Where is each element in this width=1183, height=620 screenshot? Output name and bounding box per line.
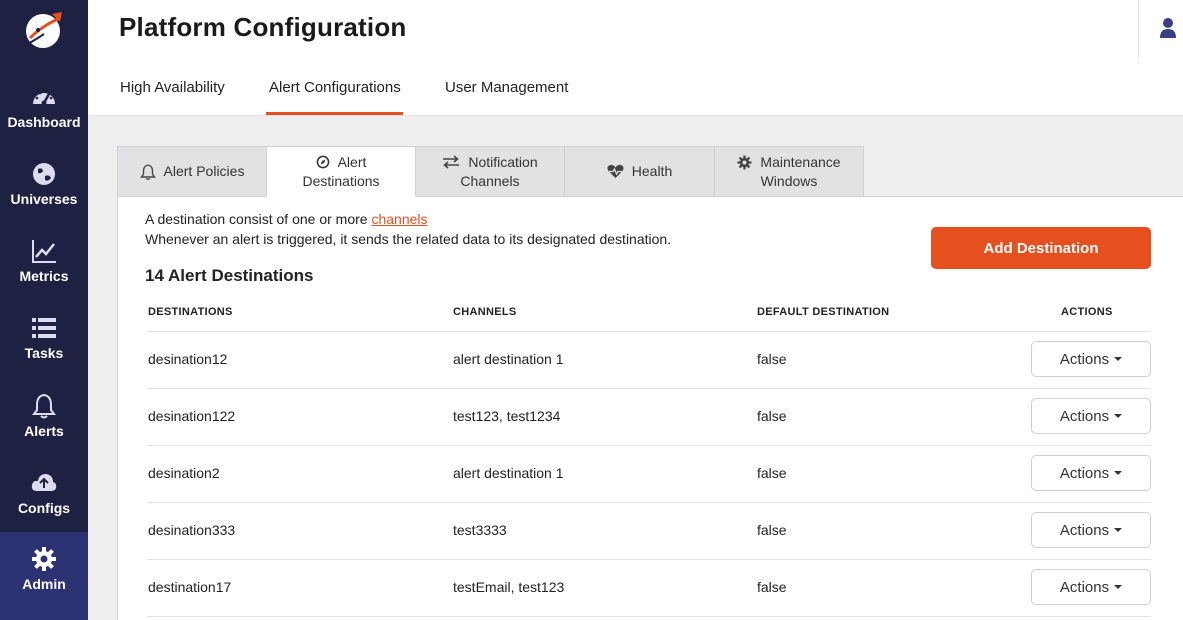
subtab-maintenance-windows[interactable]: Maintenance Windows: [714, 146, 864, 197]
default-destination-cell: false: [757, 465, 787, 481]
row-divider: [147, 616, 1151, 617]
subtab-label-line1: Maintenance: [760, 153, 841, 170]
tab-high-availability[interactable]: High Availability: [120, 79, 225, 112]
destination-name-cell: desination122: [148, 408, 236, 424]
column-header-channels[interactable]: CHANNELS: [453, 306, 517, 318]
add-destination-button[interactable]: Add Destination: [931, 227, 1151, 269]
page-title: Platform Configuration: [119, 12, 407, 42]
channels-cell: test123, test1234: [453, 408, 561, 424]
destination-name-cell: desination2: [148, 465, 220, 481]
subtab-label-line2: Destinations: [302, 172, 380, 189]
actions-dropdown-button[interactable]: Actions: [1031, 398, 1151, 434]
channels-cell: alert destination 1: [453, 465, 564, 481]
cog-icon: [737, 155, 752, 169]
sidebar-item-admin[interactable]: Admin: [0, 532, 88, 620]
column-header-default-destination[interactable]: DEFAULT DESTINATION: [757, 306, 889, 318]
actions-label: Actions: [1059, 407, 1110, 425]
default-destination-cell: false: [757, 351, 787, 367]
actions-dropdown-button[interactable]: Actions: [1031, 455, 1151, 491]
channels-cell: alert destination 1: [453, 351, 564, 367]
default-destination-cell: false: [757, 408, 787, 424]
sidebar-item-universes[interactable]: Universes: [0, 161, 88, 238]
caret-down-icon: [1114, 585, 1123, 589]
channels-cell: testEmail, test123: [453, 579, 565, 595]
subtab-label: Alert Policies: [163, 163, 245, 179]
user-icon[interactable]: [1159, 17, 1177, 39]
tab-user-management[interactable]: User Management: [445, 79, 568, 112]
sidebar-item-alerts[interactable]: Alerts: [0, 393, 88, 470]
subtab-health[interactable]: Health: [564, 146, 715, 197]
sidebar-item-label: Alerts: [24, 423, 64, 439]
compass-icon: [316, 155, 329, 169]
sidebar-item-tasks[interactable]: Tasks: [0, 315, 88, 392]
destinations-count-title: 14 Alert Destinations: [145, 266, 314, 285]
destination-name-cell: destination17: [148, 579, 232, 595]
sidebar-item-label: Tasks: [24, 345, 64, 361]
bell-outline-icon: [139, 163, 156, 180]
caret-down-icon: [1114, 357, 1123, 361]
sidebar-item-label: Admin: [22, 576, 66, 592]
header-divider-line: [147, 331, 1151, 332]
actions-dropdown-button[interactable]: Actions: [1031, 341, 1151, 377]
row-divider: [147, 445, 1151, 446]
header-divider: [1138, 0, 1139, 58]
column-header-actions: ACTIONS: [1061, 306, 1113, 318]
sidebar-item-label: Universes: [10, 191, 78, 207]
row-divider: [147, 388, 1151, 389]
bell-icon: [32, 393, 56, 419]
sidebar-item-dashboard[interactable]: Dashboard: [0, 84, 88, 161]
subtab-label-line2: Channels: [460, 172, 520, 189]
row-divider: [147, 559, 1151, 560]
sidebar: Dashboard Universes Metrics Tasks Alerts: [0, 0, 88, 620]
subtab-label: Health: [631, 163, 673, 179]
actions-label: Actions: [1059, 521, 1110, 539]
list-icon: [32, 318, 56, 338]
channels-cell: test3333: [453, 522, 507, 538]
channels-link[interactable]: channels: [371, 211, 427, 227]
sidebar-item-label: Dashboard: [7, 114, 81, 130]
actions-label: Actions: [1059, 464, 1110, 482]
actions-dropdown-button[interactable]: Actions: [1031, 569, 1151, 605]
caret-down-icon: [1114, 414, 1123, 418]
sidebar-item-metrics[interactable]: Metrics: [0, 238, 88, 315]
default-destination-cell: false: [757, 579, 787, 595]
actions-dropdown-button[interactable]: Actions: [1031, 512, 1151, 548]
default-destination-cell: false: [757, 522, 787, 538]
gear-icon: [32, 547, 56, 571]
description-text-line2: Whenever an alert is triggered, it sends…: [145, 231, 672, 247]
row-divider: [147, 502, 1151, 503]
subtab-label-line2: Windows: [760, 172, 818, 189]
heartbeat-icon: [607, 164, 624, 178]
rocket-planet-logo-icon[interactable]: [22, 8, 66, 52]
subtab-label-line1: Alert: [337, 153, 367, 170]
dashboard-gauge-icon: [33, 89, 55, 106]
sidebar-item-label: Metrics: [19, 268, 69, 284]
exchange-arrows-icon: [443, 155, 460, 169]
destination-name-cell: desination333: [148, 522, 236, 538]
actions-label: Actions: [1059, 578, 1110, 596]
caret-down-icon: [1114, 528, 1123, 532]
subtab-notification-channels[interactable]: Notification Channels: [415, 146, 565, 197]
caret-down-icon: [1114, 471, 1123, 475]
sidebar-item-label: Configs: [17, 500, 71, 516]
line-chart-icon: [32, 240, 56, 263]
panel-description: A destination consist of one or more cha…: [145, 209, 671, 249]
globe-icon: [33, 163, 55, 185]
subtab-alert-destinations[interactable]: Alert Destinations: [266, 146, 416, 197]
actions-label: Actions: [1059, 350, 1110, 368]
column-header-destinations[interactable]: DESTINATIONS: [148, 306, 233, 318]
subtab-alert-policies[interactable]: Alert Policies: [117, 146, 267, 197]
page-header: Platform Configuration High Availability…: [88, 0, 1183, 116]
cloud-upload-icon: [31, 474, 57, 491]
tab-alert-configurations[interactable]: Alert Configurations: [266, 79, 403, 115]
subtab-label-line1: Notification: [468, 153, 538, 170]
description-text: A destination consist of one or more: [145, 211, 372, 227]
destination-name-cell: desination12: [148, 351, 228, 367]
alert-destinations-panel: A destination consist of one or more cha…: [117, 196, 1183, 620]
